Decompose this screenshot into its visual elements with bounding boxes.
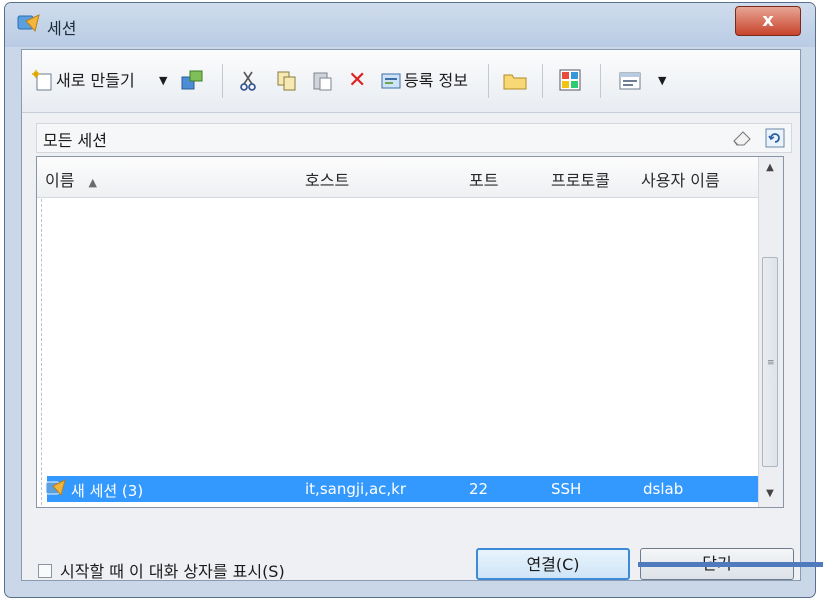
delete-icon[interactable]: ✕ bbox=[348, 66, 366, 96]
toolbar: 새로 만들기 ▼ ✕ 등록 정보 ▼ bbox=[22, 50, 800, 113]
title-bar[interactable]: 세션 x bbox=[5, 3, 815, 47]
session-protocol: SSH bbox=[551, 480, 582, 498]
new-dropdown-arrow-icon[interactable]: ▼ bbox=[159, 66, 167, 96]
sessions-app-icon bbox=[17, 14, 40, 33]
session-row[interactable]: 새 세션 (3) it,sangji,ac,kr 22 SSH dslab bbox=[45, 476, 761, 502]
vertical-scrollbar[interactable]: ▲ ≡ ▼ bbox=[758, 157, 783, 507]
session-name: 새 세션 (3) bbox=[71, 482, 144, 500]
session-list: 이름 ▲ 호스트 포트 프로토콜 사용자 이름 새 세션 (3) it,sangj… bbox=[36, 156, 784, 508]
properties-button[interactable]: 등록 정보 bbox=[404, 66, 468, 96]
view-icon[interactable] bbox=[618, 70, 642, 92]
annotation-line bbox=[638, 562, 823, 567]
toolbar-separator bbox=[600, 64, 601, 98]
close-window-button[interactable]: x bbox=[735, 6, 801, 36]
show-on-startup-checkbox[interactable] bbox=[38, 564, 52, 578]
new-session-icon[interactable] bbox=[32, 70, 54, 92]
scroll-grip-icon: ≡ bbox=[767, 358, 775, 368]
tree-guide-line bbox=[41, 199, 42, 505]
column-header-protocol[interactable]: 프로토콜 bbox=[551, 167, 610, 191]
session-folder-bar: 모든 세션 bbox=[36, 123, 792, 153]
copy-icon[interactable] bbox=[276, 70, 298, 92]
scrollbar-thumb[interactable]: ≡ bbox=[762, 257, 778, 467]
dialog-body: 새로 만들기 ▼ ✕ 등록 정보 ▼ 모든 세션 이름 ▲ 호스트 포트 프로토… bbox=[21, 49, 801, 581]
toolbar-separator bbox=[222, 64, 223, 98]
scroll-down-icon[interactable]: ▼ bbox=[761, 485, 779, 503]
column-name-label: 이름 bbox=[45, 171, 75, 190]
paste-icon[interactable] bbox=[312, 70, 334, 92]
cut-icon[interactable] bbox=[238, 70, 258, 92]
window-title: 세션 bbox=[47, 19, 77, 38]
connect-icon[interactable] bbox=[180, 68, 204, 92]
toolbar-separator bbox=[542, 64, 543, 98]
session-icon bbox=[45, 479, 66, 497]
clear-search-icon[interactable] bbox=[731, 129, 753, 147]
session-host: it,sangji,ac,kr bbox=[305, 480, 407, 498]
connect-button[interactable]: 연결(C) bbox=[476, 548, 630, 580]
column-header-port[interactable]: 포트 bbox=[469, 167, 498, 191]
list-header: 이름 ▲ 호스트 포트 프로토콜 사용자 이름 bbox=[37, 157, 759, 198]
column-header-host[interactable]: 호스트 bbox=[305, 167, 349, 191]
current-folder-label: 모든 세션 bbox=[43, 131, 107, 150]
new-session-button[interactable]: 새로 만들기 bbox=[56, 66, 135, 96]
properties-icon[interactable] bbox=[380, 70, 402, 92]
show-on-startup-label[interactable]: 시작할 때 이 대화 상자를 표시(S) bbox=[60, 558, 285, 582]
folder-icon[interactable] bbox=[502, 70, 528, 92]
view-dropdown-icon[interactable]: ▼ bbox=[658, 66, 666, 96]
column-header-name[interactable]: 이름 ▲ bbox=[45, 167, 97, 191]
theme-icon[interactable] bbox=[558, 68, 582, 92]
refresh-icon[interactable] bbox=[765, 128, 785, 148]
toolbar-separator bbox=[488, 64, 489, 98]
scroll-up-icon[interactable]: ▲ bbox=[761, 159, 779, 177]
sort-ascending-icon: ▲ bbox=[88, 176, 97, 189]
column-header-user[interactable]: 사용자 이름 bbox=[641, 167, 720, 191]
session-user: dslab bbox=[643, 480, 684, 498]
sessions-dialog: 세션 x 새로 만들기 ▼ ✕ 등록 정보 ▼ 모든 세션 이름 ▲ 호스트 포… bbox=[4, 2, 816, 598]
session-port: 22 bbox=[469, 480, 489, 498]
